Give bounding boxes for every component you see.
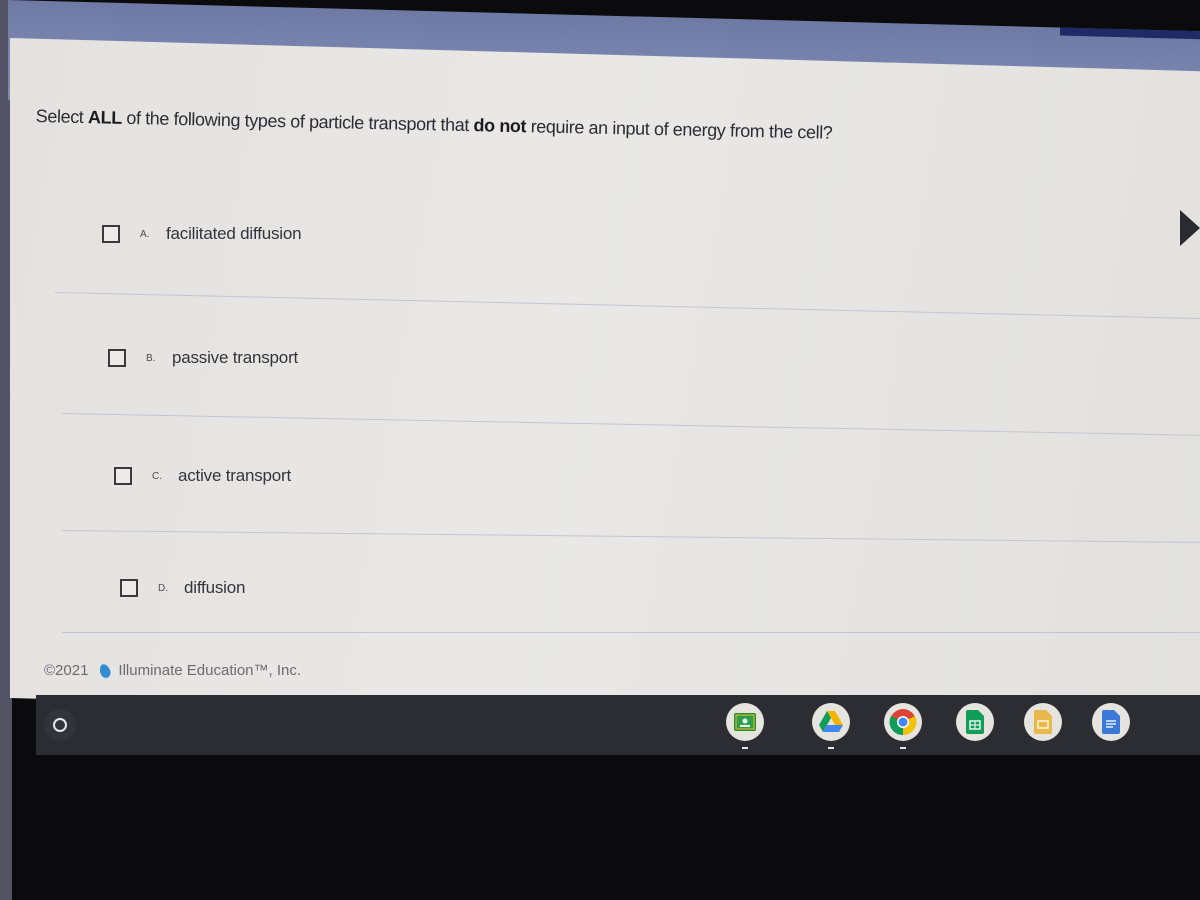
option-a-text: facilitated diffusion bbox=[166, 224, 302, 243]
option-c-text: active transport bbox=[178, 466, 292, 485]
assessment-page bbox=[10, 38, 1200, 732]
drive-icon bbox=[819, 711, 843, 732]
footer: ©2021 Illuminate Education™, Inc. bbox=[44, 662, 301, 679]
shelf-app-chrome[interactable] bbox=[884, 703, 922, 749]
header-accent bbox=[1060, 27, 1200, 40]
mouse-cursor-icon bbox=[1180, 210, 1200, 246]
screen: Select ALL of the following types of par… bbox=[0, 0, 1200, 900]
running-indicator bbox=[900, 747, 906, 749]
illuminate-logo-icon bbox=[98, 662, 113, 679]
shelf-app-slides[interactable] bbox=[1024, 703, 1062, 741]
launcher-icon bbox=[53, 718, 67, 732]
question-emphasis-do-not: do not bbox=[473, 115, 527, 137]
option-a-letter: A. bbox=[140, 228, 150, 240]
shelf-app-sheets[interactable] bbox=[956, 703, 994, 741]
classroom-icon bbox=[734, 713, 756, 731]
os-shelf bbox=[36, 695, 1200, 755]
docs-icon bbox=[1102, 710, 1120, 734]
option-c-letter: C. bbox=[152, 470, 162, 482]
shelf-app-classroom[interactable] bbox=[726, 703, 764, 749]
option-d-text: diffusion bbox=[184, 578, 246, 597]
shelf-app-drive[interactable] bbox=[812, 703, 850, 749]
checkbox-option-d[interactable] bbox=[120, 579, 138, 597]
checkbox-option-a[interactable] bbox=[102, 225, 120, 243]
running-indicator bbox=[742, 747, 748, 749]
sheets-icon bbox=[966, 710, 984, 734]
option-b[interactable]: B. passive transport bbox=[108, 348, 298, 368]
option-d-letter: D. bbox=[158, 582, 168, 594]
company-name: Illuminate Education™, Inc. bbox=[118, 662, 302, 679]
option-b-text: passive transport bbox=[172, 348, 299, 367]
checkbox-option-b[interactable] bbox=[108, 349, 126, 367]
checkbox-option-c[interactable] bbox=[114, 467, 132, 485]
option-b-letter: B. bbox=[146, 352, 156, 364]
copyright-year: ©2021 bbox=[44, 662, 89, 679]
slides-icon bbox=[1034, 710, 1052, 734]
launcher-button[interactable] bbox=[44, 709, 76, 741]
option-a[interactable]: A. facilitated diffusion bbox=[102, 224, 302, 244]
chrome-icon bbox=[889, 709, 917, 736]
question-emphasis-all: ALL bbox=[87, 107, 123, 128]
option-divider bbox=[62, 632, 1200, 633]
shelf-app-docs[interactable] bbox=[1092, 703, 1130, 741]
running-indicator bbox=[828, 747, 834, 749]
option-d[interactable]: D. diffusion bbox=[120, 578, 245, 598]
question-prefix: Select bbox=[35, 106, 89, 128]
option-c[interactable]: C. active transport bbox=[114, 466, 291, 486]
